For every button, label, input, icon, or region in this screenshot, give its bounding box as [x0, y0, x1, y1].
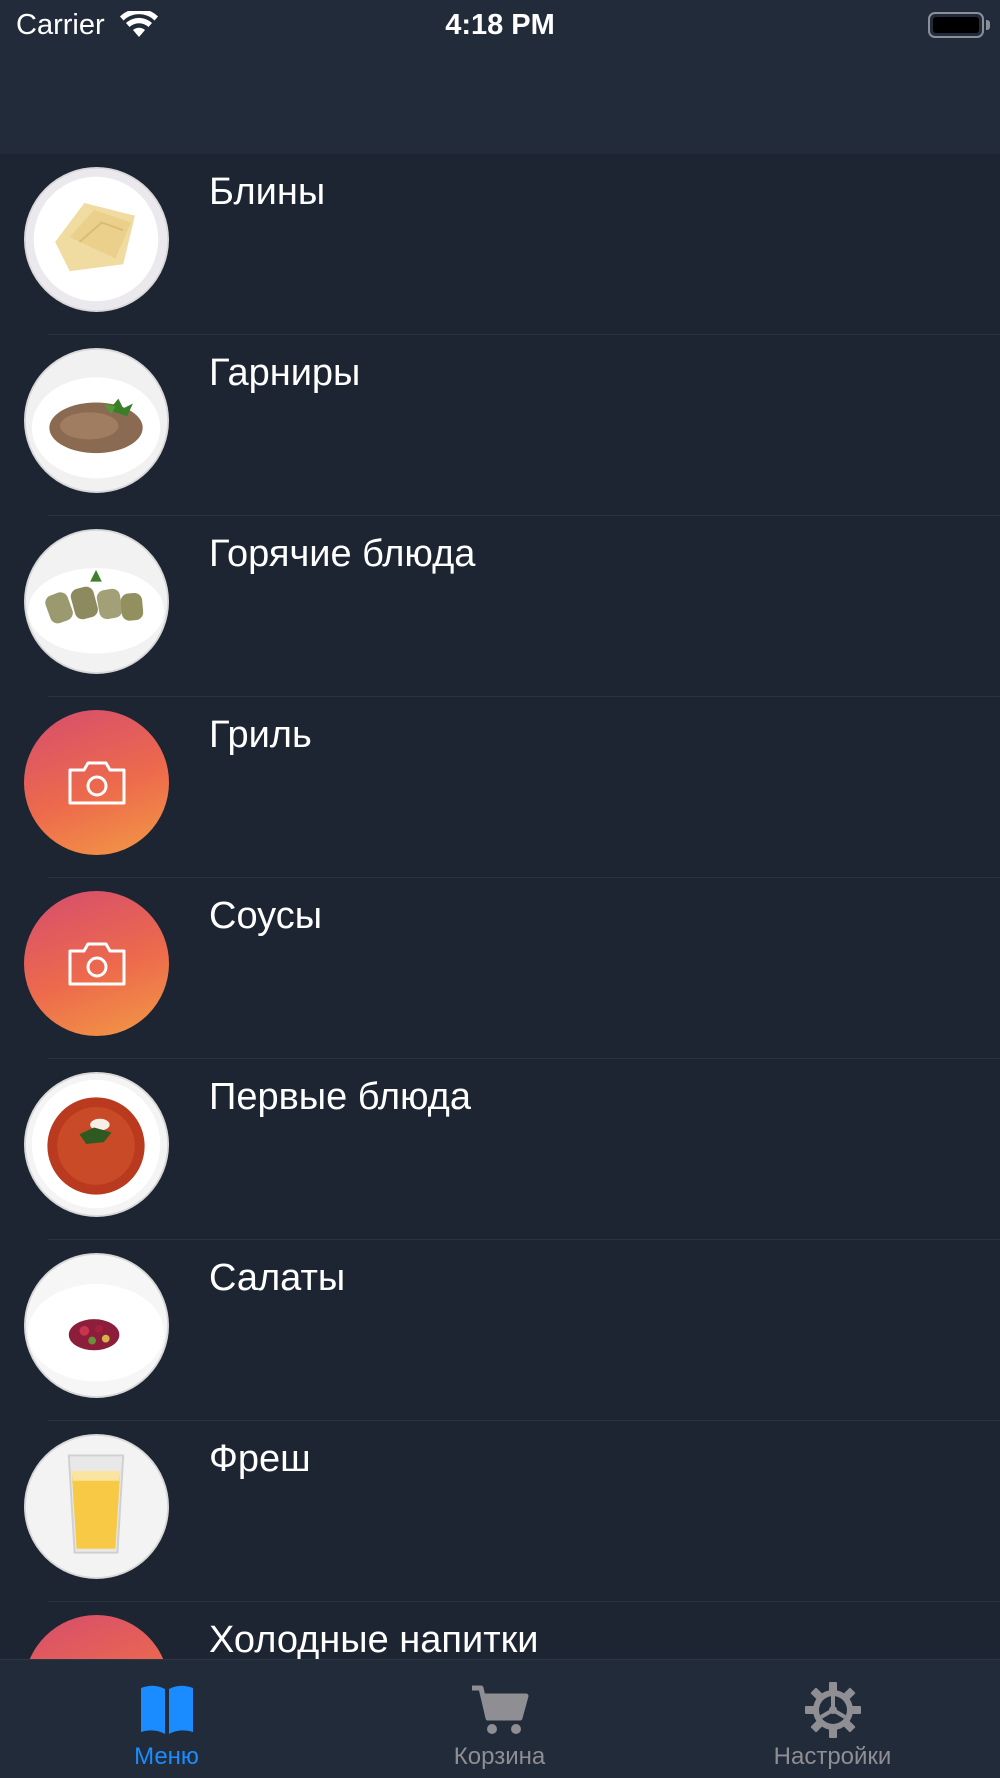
camera-placeholder-icon	[24, 710, 169, 855]
menu-item-fresh[interactable]: Фреш	[0, 1421, 1000, 1602]
menu-item-grill[interactable]: Гриль	[0, 697, 1000, 878]
menu-item-label: Холодные напитки	[209, 1619, 539, 1659]
menu-item-soups[interactable]: Первые блюда	[0, 1059, 1000, 1240]
camera-placeholder-icon	[24, 1615, 169, 1659]
gear-icon	[804, 1682, 861, 1738]
menu-item-label: Гриль	[209, 714, 312, 756]
menu-item-label: Соусы	[209, 895, 323, 937]
tab-label: Меню	[134, 1743, 199, 1770]
menu-item-salads[interactable]: Салаты	[0, 1240, 1000, 1421]
vinaigrette-photo	[24, 1253, 169, 1398]
tab-bar: Меню Корзина Настройки	[0, 1659, 1000, 1778]
menu-item-pancakes[interactable]: Блины	[0, 154, 1000, 335]
tab-label: Настройки	[773, 1743, 892, 1770]
book-icon	[140, 1685, 193, 1734]
menu-item-hot-dishes[interactable]: Горячие блюда	[0, 516, 1000, 697]
tab-label: Корзина	[453, 1743, 546, 1770]
menu-item-cold-drinks[interactable]: Холодные напитки	[0, 1602, 1000, 1659]
menu-item-label: Фреш	[209, 1438, 311, 1480]
cart-icon	[471, 1685, 528, 1734]
status-bar: Carrier 4:18 PM	[0, 0, 1000, 52]
menu-item-label: Гарниры	[209, 352, 361, 394]
menu-item-label: Горячие блюда	[209, 533, 476, 575]
tab-menu[interactable]: Меню	[0, 1660, 333, 1778]
buckwheat-photo	[24, 348, 169, 493]
battery-icon	[928, 12, 984, 38]
battery-nub	[986, 20, 990, 30]
menu-item-garnishes[interactable]: Гарниры	[0, 335, 1000, 516]
menu-item-label: Салаты	[209, 1257, 346, 1299]
juice-photo	[24, 1434, 169, 1579]
menu-item-label: Блины	[209, 171, 326, 213]
stuffed-rolls-photo	[24, 529, 169, 674]
menu-item-label: Первые блюда	[209, 1076, 471, 1118]
status-time: 4:18 PM	[445, 9, 555, 41]
menu-item-sauces[interactable]: Соусы	[0, 878, 1000, 1059]
navigation-bar: Carrier 4:18 PM	[0, 0, 1000, 154]
menu-category-list[interactable]: Блины Гарниры Горячие блюда Гриль Соусы …	[0, 154, 1000, 1659]
borscht-photo	[24, 1072, 169, 1217]
app-screen: Carrier 4:18 PM Блины Гарниры Горячие бл…	[0, 0, 1000, 1778]
pancakes-photo	[24, 167, 169, 312]
tab-settings[interactable]: Настройки	[666, 1660, 999, 1778]
camera-placeholder-icon	[24, 891, 169, 1036]
tab-cart[interactable]: Корзина	[333, 1660, 666, 1778]
